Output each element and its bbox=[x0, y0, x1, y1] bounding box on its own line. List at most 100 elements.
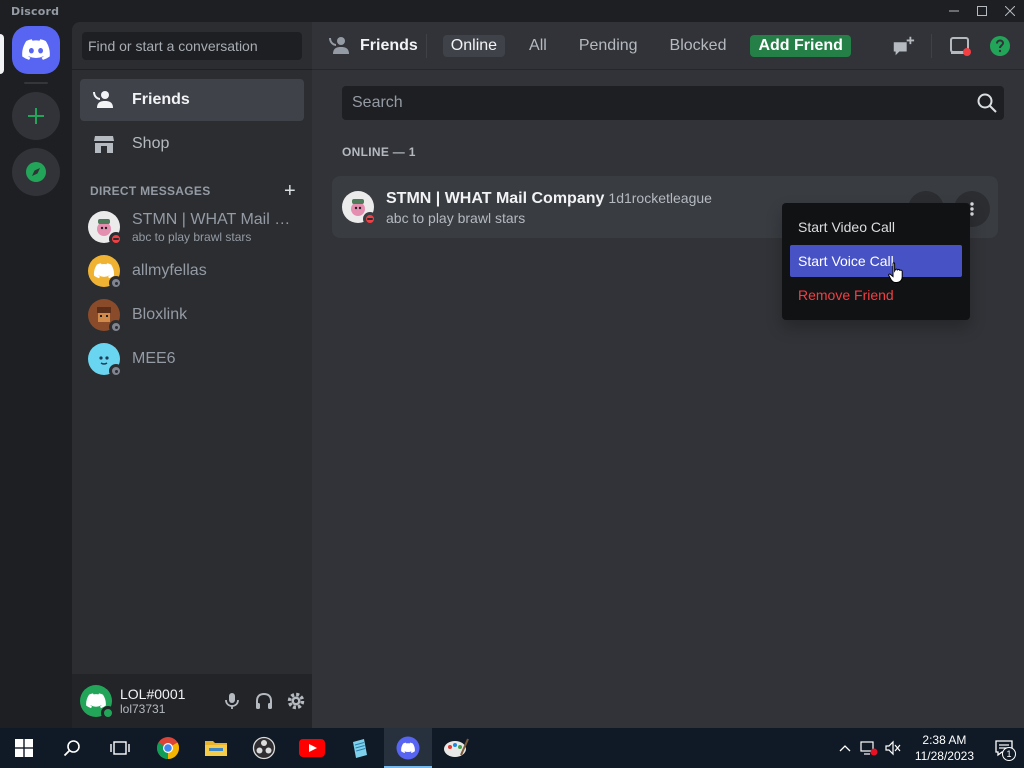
find-conversation-button[interactable]: Find or start a conversation bbox=[82, 31, 302, 60]
maximize-icon[interactable] bbox=[968, 0, 996, 22]
close-icon[interactable] bbox=[996, 0, 1024, 22]
dm-item-stmn[interactable]: STMN | WHAT Mail Co... abc to play brawl… bbox=[80, 206, 304, 248]
friend-username: 1d1rocketleague bbox=[608, 190, 712, 206]
user-tag: lol73731 bbox=[120, 702, 166, 716]
notification-center-icon[interactable]: 1 bbox=[984, 728, 1024, 768]
clock-date: 11/28/2023 bbox=[914, 749, 974, 763]
toolbar-actions bbox=[875, 34, 1012, 58]
sidebar-item-shop[interactable]: Shop bbox=[80, 123, 304, 165]
explore-servers-button[interactable] bbox=[12, 148, 60, 196]
add-server-button[interactable] bbox=[12, 92, 60, 140]
create-dm-button[interactable]: + bbox=[284, 181, 296, 201]
app-title: Discord bbox=[11, 4, 60, 18]
window-controls bbox=[940, 0, 1024, 22]
clock-time: 2:38 AM bbox=[922, 733, 967, 747]
dm-name: allmyfellas bbox=[132, 262, 207, 279]
paint-icon[interactable] bbox=[432, 728, 480, 768]
task-view-icon[interactable] bbox=[96, 728, 144, 768]
start-video-call-item[interactable]: Start Video Call bbox=[790, 211, 962, 243]
system-tray: 2:38 AM 11/28/2023 1 bbox=[833, 728, 1024, 768]
settings-gear-icon[interactable] bbox=[280, 685, 312, 717]
dm-name: STMN | WHAT Mail Co... bbox=[132, 210, 296, 228]
dnd-status-icon bbox=[109, 232, 123, 246]
dm-name: Bloxlink bbox=[132, 306, 188, 323]
friend-display-name: STMN | WHAT Mail Company bbox=[386, 190, 605, 207]
search-icon[interactable] bbox=[48, 728, 96, 768]
server-rail bbox=[0, 22, 72, 728]
user-avatar[interactable] bbox=[80, 685, 115, 720]
friends-icon bbox=[328, 34, 352, 58]
online-status-icon bbox=[101, 706, 115, 720]
plus-icon bbox=[28, 108, 44, 124]
start-voice-call-item[interactable]: Start Voice Call bbox=[790, 245, 962, 277]
discord-logo-icon bbox=[22, 39, 50, 60]
discord-icon[interactable] bbox=[384, 728, 432, 768]
offline-status-icon bbox=[109, 276, 123, 290]
home-button[interactable] bbox=[12, 26, 60, 74]
tab-online[interactable]: Online bbox=[442, 34, 506, 57]
avatar bbox=[88, 299, 123, 334]
dm-sidebar: Find or start a conversation Friends Sho… bbox=[72, 22, 312, 728]
friends-search-input[interactable]: Search bbox=[342, 86, 1004, 120]
friends-toolbar: Friends Online All Pending Blocked Add F… bbox=[312, 22, 1024, 70]
remove-friend-item[interactable]: Remove Friend bbox=[790, 279, 962, 311]
avatar bbox=[88, 255, 123, 290]
friend-context-menu: Start Video Call Start Voice Call Remove… bbox=[782, 203, 970, 320]
friend-avatar bbox=[342, 191, 377, 226]
compass-icon bbox=[26, 162, 46, 182]
friends-title: Friends bbox=[328, 34, 418, 58]
tab-all[interactable]: All bbox=[521, 35, 555, 57]
notification-badge: 1 bbox=[1002, 747, 1016, 761]
friends-icon bbox=[92, 88, 116, 112]
search-icon bbox=[976, 92, 998, 119]
obs-icon[interactable] bbox=[240, 728, 288, 768]
chrome-icon[interactable] bbox=[144, 728, 192, 768]
add-friend-button[interactable]: Add Friend bbox=[750, 34, 851, 57]
minimize-icon[interactable] bbox=[940, 0, 968, 22]
tab-pending[interactable]: Pending bbox=[571, 35, 646, 57]
dm-item-bloxlink[interactable]: Bloxlink bbox=[80, 294, 304, 336]
friends-main: Friends Online All Pending Blocked Add F… bbox=[312, 22, 1024, 728]
selected-pill bbox=[0, 34, 4, 74]
toolbar-divider bbox=[425, 33, 427, 58]
chevron-up-icon[interactable] bbox=[833, 728, 857, 768]
discord-app: Discord Find or start a conversation Fri… bbox=[0, 0, 1024, 768]
shop-icon bbox=[92, 132, 116, 156]
offline-status-icon bbox=[109, 364, 123, 378]
search-placeholder: Search bbox=[352, 94, 403, 111]
dm-header-label: DIRECT MESSAGES bbox=[90, 184, 211, 198]
sidebar-search-wrap: Find or start a conversation bbox=[72, 22, 312, 70]
title-bar: Discord bbox=[0, 0, 1024, 22]
headphones-icon[interactable] bbox=[248, 685, 280, 717]
windows-start-icon[interactable] bbox=[0, 728, 48, 768]
hand-cursor-icon bbox=[888, 262, 903, 283]
microphone-icon[interactable] bbox=[216, 685, 248, 717]
dm-item-mee6[interactable]: MEE6 bbox=[80, 338, 304, 380]
rail-separator bbox=[24, 82, 48, 84]
tab-blocked[interactable]: Blocked bbox=[662, 35, 735, 57]
dm-item-allmyfellas[interactable]: allmyfellas bbox=[80, 250, 304, 292]
user-panel: LOL#0001 lol73731 bbox=[72, 674, 312, 728]
sidebar-item-label: Friends bbox=[132, 91, 190, 108]
inbox-icon[interactable] bbox=[948, 34, 972, 58]
offline-status-icon bbox=[109, 320, 123, 334]
volume-muted-icon[interactable] bbox=[881, 728, 905, 768]
dnd-status-icon bbox=[363, 212, 377, 226]
user-name: LOL#0001 bbox=[120, 686, 186, 702]
online-count-header: ONLINE — 1 bbox=[342, 145, 416, 159]
friend-status-text: abc to play brawl stars bbox=[386, 210, 526, 226]
friends-title-label: Friends bbox=[360, 36, 418, 54]
toolbar-separator bbox=[931, 34, 932, 58]
taskbar-clock[interactable]: 2:38 AM 11/28/2023 bbox=[915, 732, 974, 764]
new-group-dm-icon[interactable] bbox=[891, 34, 915, 58]
help-icon[interactable] bbox=[988, 34, 1012, 58]
file-explorer-icon[interactable] bbox=[192, 728, 240, 768]
dm-name: MEE6 bbox=[132, 350, 176, 367]
notepad-icon[interactable] bbox=[336, 728, 384, 768]
direct-messages-header: DIRECT MESSAGES + bbox=[90, 181, 296, 201]
sidebar-item-friends[interactable]: Friends bbox=[80, 79, 304, 121]
network-icon[interactable] bbox=[857, 728, 881, 768]
windows-taskbar: 2:38 AM 11/28/2023 1 bbox=[0, 728, 1024, 768]
youtube-icon[interactable] bbox=[288, 728, 336, 768]
avatar bbox=[88, 211, 123, 246]
